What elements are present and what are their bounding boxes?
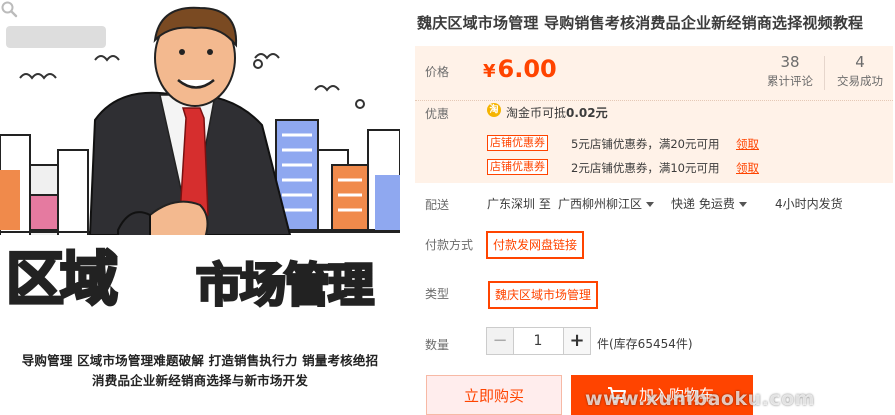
coin-amount: 0.02元 bbox=[566, 106, 608, 120]
claim-coupon-link[interactable]: 领取 bbox=[736, 160, 759, 176]
type-label: 类型 bbox=[425, 287, 450, 301]
claim-coupon-link[interactable]: 领取 bbox=[736, 136, 759, 152]
product-main-image[interactable]: 区域 市场管理 导购管理 区域市场管理难题破解 打造销售执行力 销量考核绝招 消… bbox=[0, 0, 400, 415]
promo-label: 优惠 bbox=[425, 107, 450, 121]
quantity-input[interactable]: 1 bbox=[513, 327, 563, 355]
big-title-region: 区域 bbox=[4, 245, 119, 313]
shipping-label: 配送 bbox=[425, 198, 450, 212]
coupon-badge: 店铺优惠券 bbox=[487, 135, 548, 151]
reviews-stat[interactable]: 38 累计评论 bbox=[760, 52, 820, 90]
big-title-market-management: 市场管理 bbox=[195, 258, 376, 312]
reviews-label: 累计评论 bbox=[767, 74, 813, 88]
shipping-method: 快递 免运费 bbox=[671, 197, 735, 211]
ship-to-selector[interactable]: 广西柳州柳江区 bbox=[558, 195, 654, 212]
quantity-increase-button[interactable]: + bbox=[563, 327, 591, 355]
watermark-text: www.xunibaoku.com bbox=[585, 388, 815, 410]
type-option-button[interactable]: 魏庆区域市场管理 bbox=[488, 281, 599, 309]
price-label: 价格 bbox=[425, 65, 450, 79]
taobao-coin-icon: 淘 bbox=[487, 103, 501, 117]
panel-divider bbox=[415, 100, 893, 101]
coin-text-prefix: 淘金币可抵 bbox=[506, 106, 567, 120]
coupon-text: 2元店铺优惠券，满10元可用 bbox=[571, 161, 720, 175]
image-tagline-2: 消费品企业新经销商选择与新市场开发 bbox=[92, 373, 308, 388]
deals-label: 交易成功 bbox=[837, 74, 883, 88]
product-title: 魏庆区域市场管理 导购销售考核消费品企业新经销商选择视频教程 bbox=[417, 14, 864, 32]
shipping-method-selector[interactable]: 快递 免运费 bbox=[671, 195, 747, 212]
deals-count: 4 bbox=[855, 53, 865, 71]
quantity-label: 数量 bbox=[425, 338, 450, 352]
chevron-down-icon bbox=[645, 202, 654, 207]
product-info: 魏庆区域市场管理 导购销售考核消费品企业新经销商选择视频教程 价格 ¥6.00 … bbox=[415, 0, 895, 415]
currency-symbol: ¥ bbox=[483, 61, 496, 82]
payment-label: 付款方式 bbox=[425, 238, 474, 252]
stat-divider bbox=[824, 56, 825, 90]
image-tagline-1: 导购管理 区域市场管理难题破解 打造销售执行力 销量考核绝招 bbox=[21, 353, 379, 368]
coupon-text: 5元店铺优惠券，满20元可用 bbox=[571, 137, 720, 151]
coin-deduction-text: 淘金币可抵0.02元 bbox=[506, 104, 608, 121]
payment-option-button[interactable]: 付款发网盘链接 bbox=[486, 231, 585, 259]
ship-to: 广西柳州柳江区 bbox=[558, 197, 643, 211]
chevron-down-icon bbox=[738, 202, 747, 207]
reviews-count: 38 bbox=[780, 53, 800, 71]
stock-text: 件(库存65454件) bbox=[597, 337, 693, 351]
coupon-badge: 店铺优惠券 bbox=[487, 159, 548, 175]
price-amount: 6.00 bbox=[497, 55, 557, 83]
price-panel: 价格 ¥6.00 38 累计评论 4 交易成功 优惠 淘 淘金币可抵0.02元 … bbox=[415, 46, 893, 183]
price-value: ¥6.00 bbox=[483, 55, 557, 83]
magnifier-icon[interactable] bbox=[0, 0, 18, 18]
deals-stat: 4 交易成功 bbox=[830, 52, 890, 90]
ship-from: 广东深圳 至 bbox=[487, 197, 551, 211]
dispatch-time: 4小时内发货 bbox=[775, 197, 843, 211]
buy-now-button[interactable]: 立即购买 bbox=[426, 375, 562, 415]
quantity-decrease-button[interactable]: − bbox=[486, 327, 514, 355]
